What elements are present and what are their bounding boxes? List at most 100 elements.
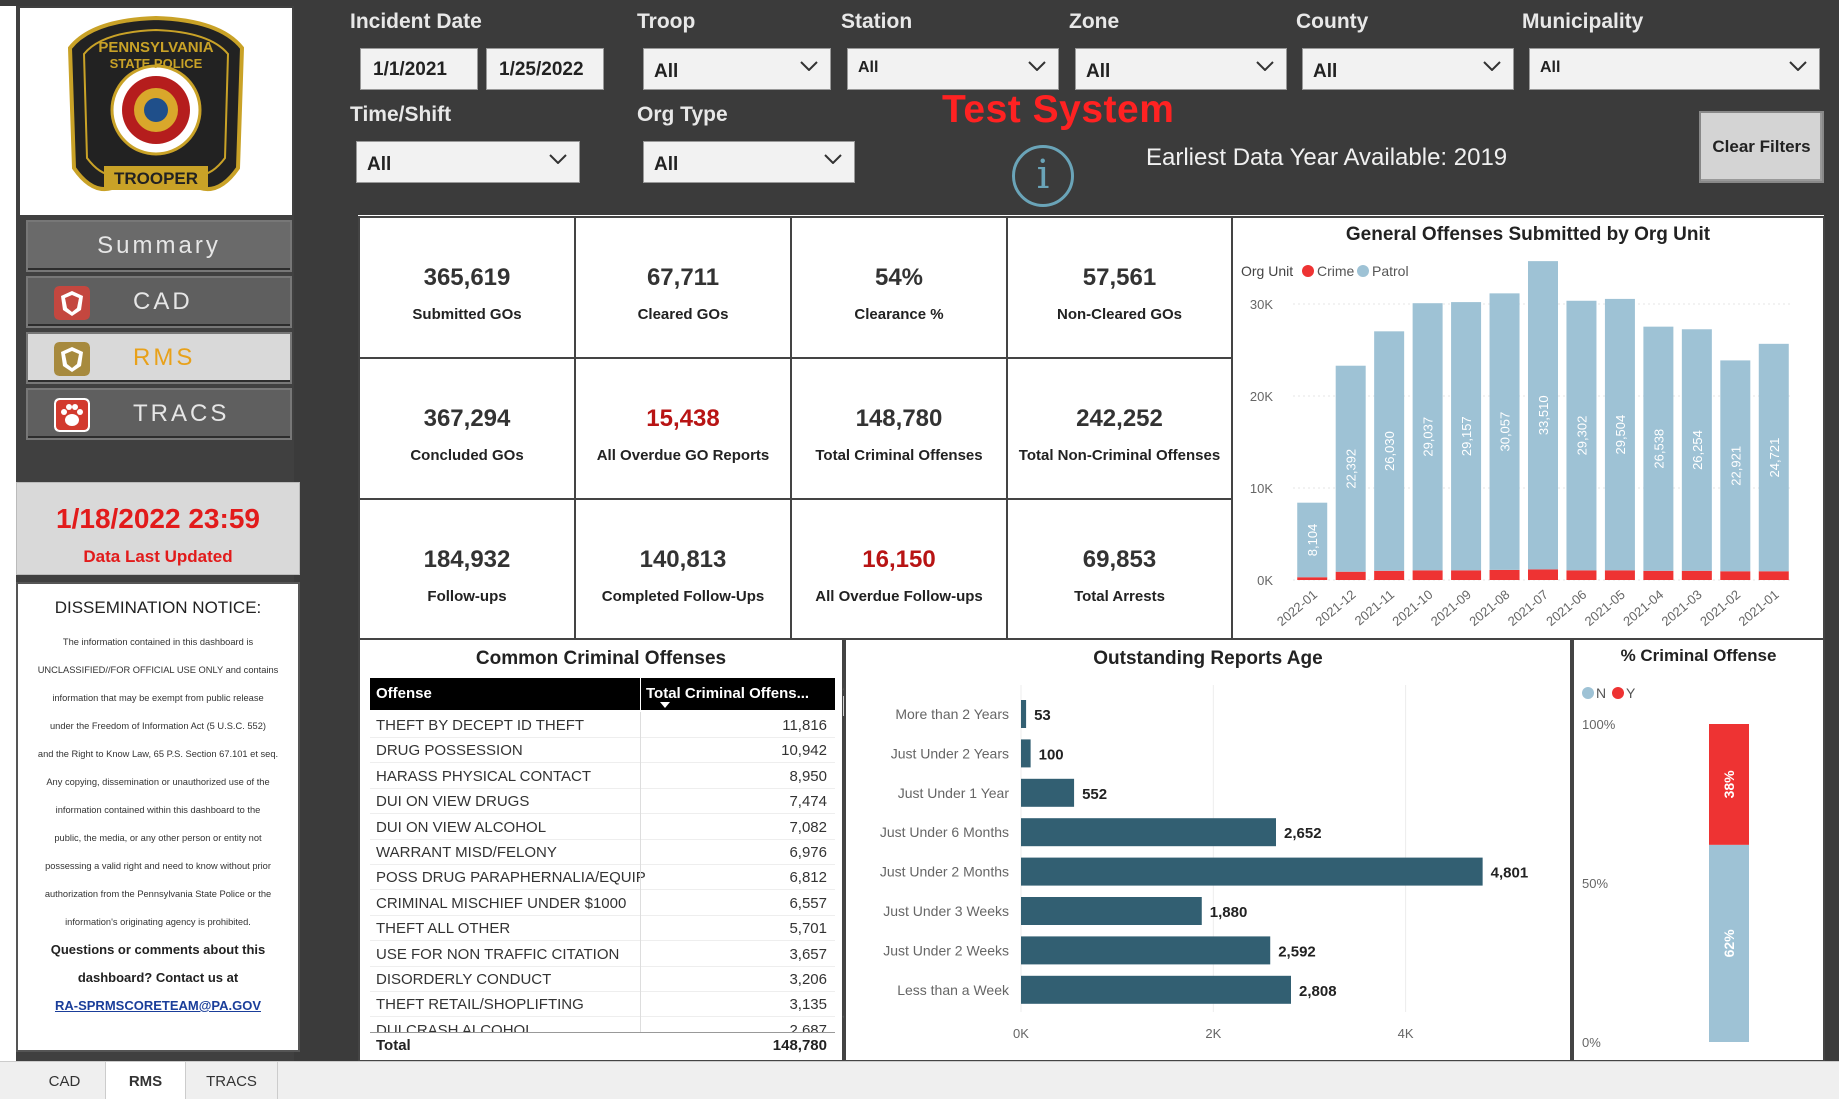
kpi-value: 367,294	[423, 405, 511, 432]
count-cell: 7,082	[789, 818, 827, 836]
x-tick-label: 2021-12	[1312, 587, 1358, 629]
bar-crime	[1489, 569, 1520, 580]
table-row[interactable]: DUI CRASH ALCOHOL 2,687	[370, 1016, 835, 1032]
offense-cell: DRUG POSSESSION	[376, 742, 523, 760]
x-tick-label: 2022-01	[1274, 587, 1320, 629]
bar-crime	[1566, 570, 1597, 580]
info-icon[interactable]: i	[1012, 145, 1074, 207]
kpi-card: 16,150 All Overdue Follow-ups	[790, 498, 1008, 641]
nav-tracs-label: TRACS	[133, 400, 230, 427]
offense-cell: WARRANT MISD/FELONY	[376, 844, 557, 861]
tab-rms[interactable]: RMS	[106, 1062, 186, 1099]
bar-n-label: 62%	[1721, 929, 1737, 958]
total-value: 148,780	[772, 1037, 827, 1054]
table-row[interactable]: USE FOR NON TRAFFIC CITATION 3,657	[370, 940, 835, 967]
zone-label: Zone	[1069, 10, 1120, 33]
bar-crime	[1604, 570, 1635, 580]
y-tick-label: 0%	[1582, 1035, 1601, 1050]
table-row[interactable]: DISORDERLY CONDUCT 3,206	[370, 966, 835, 992]
table-row[interactable]: THEFT BY DECEPT ID THEFT 11,816	[370, 712, 835, 738]
clear-filters-button[interactable]: Clear Filters	[1699, 111, 1824, 183]
kpi-card: 15,438 All Overdue GO Reports	[574, 357, 792, 500]
bar	[1021, 936, 1271, 965]
offense-cell: THEFT ALL OTHER	[376, 920, 511, 938]
count-cell: 11,816	[782, 717, 827, 734]
county-label: County	[1296, 10, 1369, 33]
org-type-dropdown[interactable]: All	[643, 141, 855, 183]
time-shift-dropdown[interactable]: All	[356, 141, 580, 183]
nav-rms-button[interactable]: RMS	[26, 332, 292, 384]
x-tick-label: 2K	[1205, 1026, 1221, 1041]
x-tick-label: 4K	[1398, 1026, 1414, 1041]
x-tick-label: 2021-04	[1620, 587, 1666, 629]
bar-crime	[1412, 570, 1443, 580]
bar-crime	[1720, 571, 1751, 580]
offense-cell: THEFT BY DECEPT ID THEFT	[376, 717, 585, 734]
nav-summary-button[interactable]: Summary	[26, 220, 292, 272]
incident-date-start-input[interactable]: 1/1/2021	[360, 48, 478, 90]
incident-date-label: Incident Date	[350, 10, 482, 33]
bar-data-label: 29,302	[1574, 416, 1589, 456]
table-row[interactable]: DRUG POSSESSION 10,942	[370, 737, 835, 764]
bar-crime	[1335, 571, 1366, 580]
bar-y-label: 38%	[1721, 770, 1737, 799]
notice-line: UNCLASSIFIED//FOR OFFICIAL USE ONLY and …	[37, 665, 279, 675]
station-dropdown[interactable]: All	[847, 48, 1059, 90]
legend-n-label: N	[1596, 685, 1606, 701]
table-row[interactable]: HARASS PHYSICAL CONTACT 8,950	[370, 762, 835, 789]
bar-data-label: 29,504	[1613, 415, 1628, 455]
legend-crime-marker	[1302, 265, 1314, 277]
legend-crime-label: Crime	[1317, 263, 1355, 279]
bar	[1021, 700, 1027, 728]
kpi-value: 242,252	[1076, 405, 1163, 432]
y-tick-label: 50%	[1582, 876, 1608, 891]
y-category-label: More than 2 Years	[895, 706, 1009, 722]
table-row[interactable]: CRIMINAL MISCHIEF UNDER $1000 6,557	[370, 889, 835, 916]
x-tick-label: 2021-01	[1736, 587, 1782, 629]
table-row[interactable]: THEFT RETAIL/SHOPLIFTING 3,135	[370, 991, 835, 1018]
municipality-dropdown[interactable]: All	[1529, 48, 1820, 90]
legend-patrol-marker	[1357, 265, 1369, 277]
tab-tracs[interactable]: TRACS	[186, 1062, 278, 1099]
kpi-card: 242,252 Total Non-Criminal Offenses	[1006, 357, 1233, 500]
troop-dropdown[interactable]: All	[643, 48, 831, 90]
count-cell: 7,474	[789, 793, 827, 811]
tab-cad[interactable]: CAD	[24, 1062, 106, 1099]
incident-date-end-input[interactable]: 1/25/2022	[486, 48, 604, 90]
nav-tracs-button[interactable]: TRACS	[26, 388, 292, 440]
nav-cad-button[interactable]: CAD	[26, 276, 292, 328]
table-row[interactable]: THEFT ALL OTHER 5,701	[370, 915, 835, 942]
table-row[interactable]: DUI ON VIEW ALCOHOL 7,082	[370, 813, 835, 840]
kpi-value: 15,438	[646, 405, 720, 432]
municipality-value: All	[1540, 59, 1561, 76]
total-label: Total	[376, 1037, 411, 1054]
y-tick-label: 100%	[1582, 717, 1616, 732]
contact-email-link[interactable]: RA-SPRMSCORETEAM@PA.GOV	[24, 992, 292, 1020]
chevron-down-icon	[1028, 61, 1046, 71]
bar	[1021, 778, 1075, 807]
last-updated-box: 1/18/2022 23:59 Data Last Updated	[16, 482, 300, 575]
table-row[interactable]: DUI ON VIEW DRUGS 7,474	[370, 788, 835, 815]
logo-line-1: PENNSYLVANIA	[98, 39, 213, 56]
kpi-value: 16,150	[862, 546, 936, 573]
count-cell: 6,976	[789, 844, 827, 861]
kpi-value: 148,780	[855, 405, 943, 432]
kpi-value: 184,932	[423, 546, 511, 573]
x-tick-label: 2021-06	[1543, 587, 1589, 629]
last-updated-label: Data Last Updated	[83, 547, 233, 566]
table-row[interactable]: WARRANT MISD/FELONY 6,976	[370, 839, 835, 865]
kpi-value: 57,561	[1082, 264, 1157, 291]
chevron-down-icon	[1483, 61, 1501, 71]
table-row[interactable]: POSS DRUG PARAPHERNALIA/EQUIP 6,812	[370, 864, 835, 891]
notice-question: dashboard? Contact us at	[77, 970, 239, 985]
notice-line: public, the media, or any other person o…	[54, 833, 262, 843]
offense-cell: DISORDERLY CONDUCT	[376, 971, 552, 988]
kpi-label: Concluded GOs	[410, 447, 524, 464]
psp-logo: PENNSYLVANIA STATE POLICE TROOPER	[20, 8, 292, 215]
bar-data-label: 22,392	[1344, 449, 1359, 489]
notice-line: information contained within this dashbo…	[55, 805, 261, 815]
zone-dropdown[interactable]: All	[1075, 48, 1287, 90]
kpi-card: 57,561 Non-Cleared GOs	[1006, 216, 1233, 359]
county-dropdown[interactable]: All	[1302, 48, 1514, 90]
paw-icon	[54, 398, 90, 432]
